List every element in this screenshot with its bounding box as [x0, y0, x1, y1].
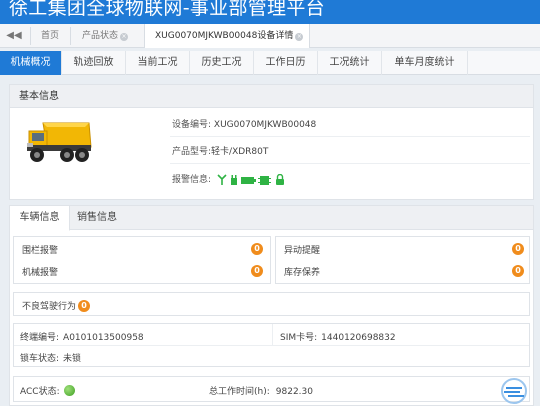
device-no-row: 设备编号: XUG0070MJKWB00048 — [172, 117, 316, 130]
chip-icon — [257, 175, 271, 185]
corner-logo-icon — [501, 378, 527, 404]
subtab-monthly-stats[interactable]: 单车月度统计 — [382, 51, 468, 75]
divider — [14, 345, 529, 346]
basic-info-header: 基本信息 — [10, 85, 533, 108]
work-time-value: 9822.30 — [275, 387, 313, 397]
app-header: 徐工集团全球物联网-事业部管理平台 — [0, 0, 540, 24]
subtab-overview[interactable]: 机械概况 — [0, 51, 62, 75]
lock-value: 未锁 — [63, 354, 82, 364]
battery-icon — [240, 176, 256, 184]
divider — [170, 163, 530, 164]
device-no-value: XUG0070MJKWB00048 — [213, 120, 317, 130]
divider — [70, 27, 71, 45]
divider — [30, 27, 31, 45]
tab-sales-info[interactable]: 销售信息 — [70, 206, 124, 230]
sim-value: 1440120698832 — [321, 333, 396, 343]
lock-label: 锁车状态: — [20, 354, 60, 364]
lock-icon — [275, 173, 284, 185]
fence-alarm-label: 围栏报警 — [22, 246, 59, 256]
dump-truck-image — [27, 122, 92, 162]
storage-maint-count[interactable]: 0 — [512, 265, 524, 277]
lock-row: 锁车状态: 未锁 — [20, 351, 81, 364]
model-value: 轻卡/XDR80T — [211, 147, 269, 157]
tab-product-status-label: 产品状态 — [82, 31, 119, 41]
fence-alarm-count[interactable]: 0 — [251, 243, 263, 255]
bad-driving-row: 不良驾驶行为 0 — [22, 299, 91, 313]
terminal-row: 终端编号: A0101013500958 — [20, 330, 144, 343]
tab-home-label: 首页 — [41, 31, 60, 41]
bad-driving-label: 不良驾驶行为 — [22, 302, 77, 312]
acc-label: ACC状态: — [20, 387, 60, 397]
acc-box: ACC状态: 总工作时间(h): 9822.30 — [13, 376, 530, 402]
mech-alarm-count[interactable]: 0 — [251, 265, 263, 277]
terminal-box: 终端编号: A0101013500958 SIM卡号: 1440120698832 … — [13, 323, 530, 367]
storage-maint-label: 库存保养 — [284, 268, 321, 278]
tab-scroll-left-icon[interactable]: ◀◀ — [4, 28, 24, 44]
tab-product-status[interactable]: 产品状态 × — [82, 24, 129, 48]
abnormal-move-label: 异动提醒 — [284, 246, 321, 256]
subtab-condition-stats[interactable]: 工况统计 — [318, 51, 382, 75]
alarm-label: 报警信息: — [172, 175, 212, 185]
tab-vehicle-info[interactable]: 车辆信息 — [10, 206, 70, 231]
bad-driving-count[interactable]: 0 — [78, 299, 91, 312]
sim-label: SIM卡号: — [280, 333, 318, 343]
app-title: 徐工集团全球物联网-事业部管理平台 — [9, 0, 325, 19]
terminal-value: A0101013500958 — [63, 333, 144, 343]
alarm-row: 报警信息: — [172, 172, 290, 186]
subtab-work-calendar[interactable]: 工作日历 — [254, 51, 318, 75]
page-tab-bar: ◀◀ 首页 产品状态 × XUG0070MJKWB00048设备详情 × — [0, 24, 540, 48]
device-no-label: 设备编号: — [172, 120, 212, 130]
plug-icon — [230, 174, 237, 185]
close-icon[interactable]: × — [295, 33, 304, 41]
detail-sub-tabs: 机械概况 轨迹回放 当前工况 历史工况 工作日历 工况统计 单车月度统计 — [0, 51, 540, 75]
subtab-current-condition[interactable]: 当前工况 — [126, 51, 190, 75]
vehicle-info-panel: 车辆信息 销售信息 围栏报警 0 机械报警 0 异动提醒 0 库存保养 0 不良… — [9, 205, 534, 406]
tab-home[interactable]: 首页 — [41, 24, 59, 48]
terminal-label: 终端编号: — [20, 333, 60, 343]
bad-driving-box: 不良驾驶行为 0 — [13, 292, 530, 316]
abnormal-move-count[interactable]: 0 — [512, 243, 524, 255]
tab-device-detail-label: XUG0070MJKWB00048设备详情 — [155, 31, 294, 41]
work-time-row: 总工作时间(h): 9822.30 — [209, 384, 313, 397]
antenna-icon — [217, 173, 227, 185]
sim-row: SIM卡号: 1440120698832 — [280, 330, 396, 343]
subtab-history-condition[interactable]: 历史工况 — [190, 51, 254, 75]
alarm-stats-box: 围栏报警 0 机械报警 0 — [13, 236, 271, 284]
tab-device-detail[interactable]: XUG0070MJKWB00048设备详情 × — [144, 24, 311, 48]
model-row: 产品型号:轻卡/XDR80T — [172, 144, 268, 157]
reminder-stats-box: 异动提醒 0 库存保养 0 — [275, 236, 530, 284]
acc-status-icon — [63, 385, 75, 396]
model-label: 产品型号: — [172, 147, 212, 157]
work-time-label: 总工作时间(h): — [209, 387, 270, 397]
divider — [272, 324, 273, 345]
subtab-track-replay[interactable]: 轨迹回放 — [62, 51, 126, 75]
acc-row: ACC状态: — [20, 384, 75, 397]
close-icon[interactable]: × — [120, 33, 129, 41]
mech-alarm-label: 机械报警 — [22, 268, 59, 278]
basic-info-panel: 基本信息 设备编号: XUG0070MJKWB00048 产品型号:轻卡/XDR… — [9, 84, 534, 200]
divider — [170, 136, 530, 137]
vehicle-info-tabs: 车辆信息 销售信息 — [10, 206, 533, 231]
alarm-icons — [216, 173, 290, 186]
